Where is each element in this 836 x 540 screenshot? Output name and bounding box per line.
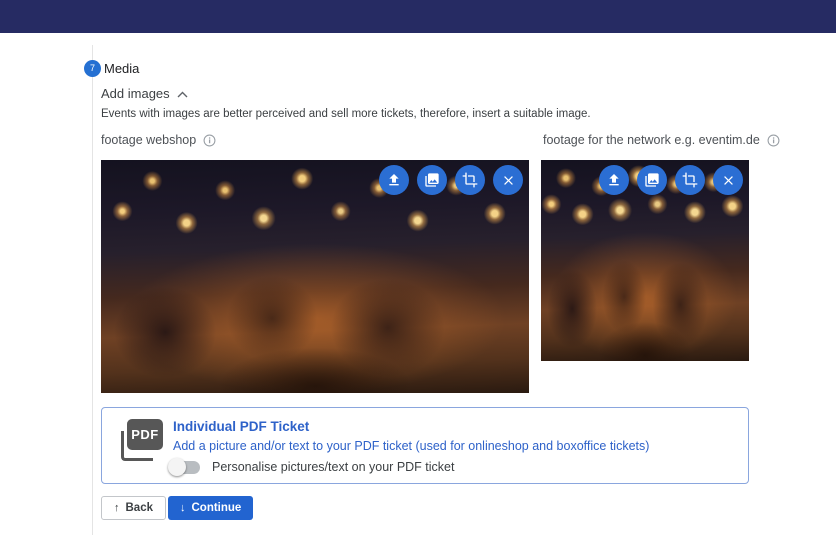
network-image-label-text: footage for the network e.g. eventim.de <box>543 133 760 147</box>
network-image <box>541 160 749 361</box>
add-images-section-toggle[interactable]: Add images <box>101 86 188 101</box>
step-number-badge: 7 <box>84 60 101 77</box>
continue-button-label: Continue <box>192 502 242 514</box>
pdf-personalise-toggle-row: Personalise pictures/text on your PDF ti… <box>168 460 454 474</box>
webshop-image-label-text: footage webshop <box>101 133 196 147</box>
chevron-up-icon <box>177 86 188 101</box>
photo-library-icon <box>424 172 440 188</box>
step-title: Media <box>104 61 139 76</box>
crop-image-button[interactable] <box>675 165 705 195</box>
webshop-image <box>101 160 529 393</box>
pdf-ticket-panel: PDF Individual PDF Ticket Add a picture … <box>101 407 749 484</box>
pdf-ticket-title: Individual PDF Ticket <box>173 419 309 434</box>
upload-icon <box>606 172 622 188</box>
pdf-icon-text: PDF <box>131 427 159 442</box>
info-icon[interactable] <box>203 134 216 147</box>
info-icon[interactable] <box>767 134 780 147</box>
continue-button[interactable]: ↓ Continue <box>168 496 253 520</box>
webshop-image-label: footage webshop <box>101 133 216 147</box>
remove-image-button[interactable] <box>713 165 743 195</box>
remove-image-button[interactable] <box>493 165 523 195</box>
webshop-image-actions <box>379 165 523 195</box>
section-title: Add images <box>101 86 170 101</box>
pdf-icon-front-sheet: PDF <box>127 419 163 450</box>
stepper-line <box>92 45 93 535</box>
app-header <box>0 0 836 33</box>
pdf-personalise-toggle[interactable] <box>170 461 200 474</box>
upload-icon <box>386 172 402 188</box>
close-icon <box>501 173 516 188</box>
pdf-personalise-toggle-label: Personalise pictures/text on your PDF ti… <box>212 460 454 474</box>
upload-image-button[interactable] <box>379 165 409 195</box>
pdf-ticket-description: Add a picture and/or text to your PDF ti… <box>173 439 649 453</box>
arrow-down-icon: ↓ <box>180 502 186 514</box>
upload-image-button[interactable] <box>599 165 629 195</box>
photo-library-icon <box>644 172 660 188</box>
toggle-knob <box>168 458 186 476</box>
section-description: Events with images are better perceived … <box>101 108 591 120</box>
step-number: 7 <box>90 63 95 73</box>
back-button-label: Back <box>126 502 154 514</box>
crop-icon <box>682 172 698 188</box>
crop-icon <box>462 172 478 188</box>
network-image-label: footage for the network e.g. eventim.de <box>543 133 780 147</box>
network-image-actions <box>599 165 743 195</box>
back-button[interactable]: ↑ Back <box>101 496 166 520</box>
close-icon <box>721 173 736 188</box>
pdf-icon: PDF <box>119 417 165 463</box>
photo-library-button[interactable] <box>637 165 667 195</box>
photo-library-button[interactable] <box>417 165 447 195</box>
arrow-up-icon: ↑ <box>114 502 120 514</box>
crop-image-button[interactable] <box>455 165 485 195</box>
